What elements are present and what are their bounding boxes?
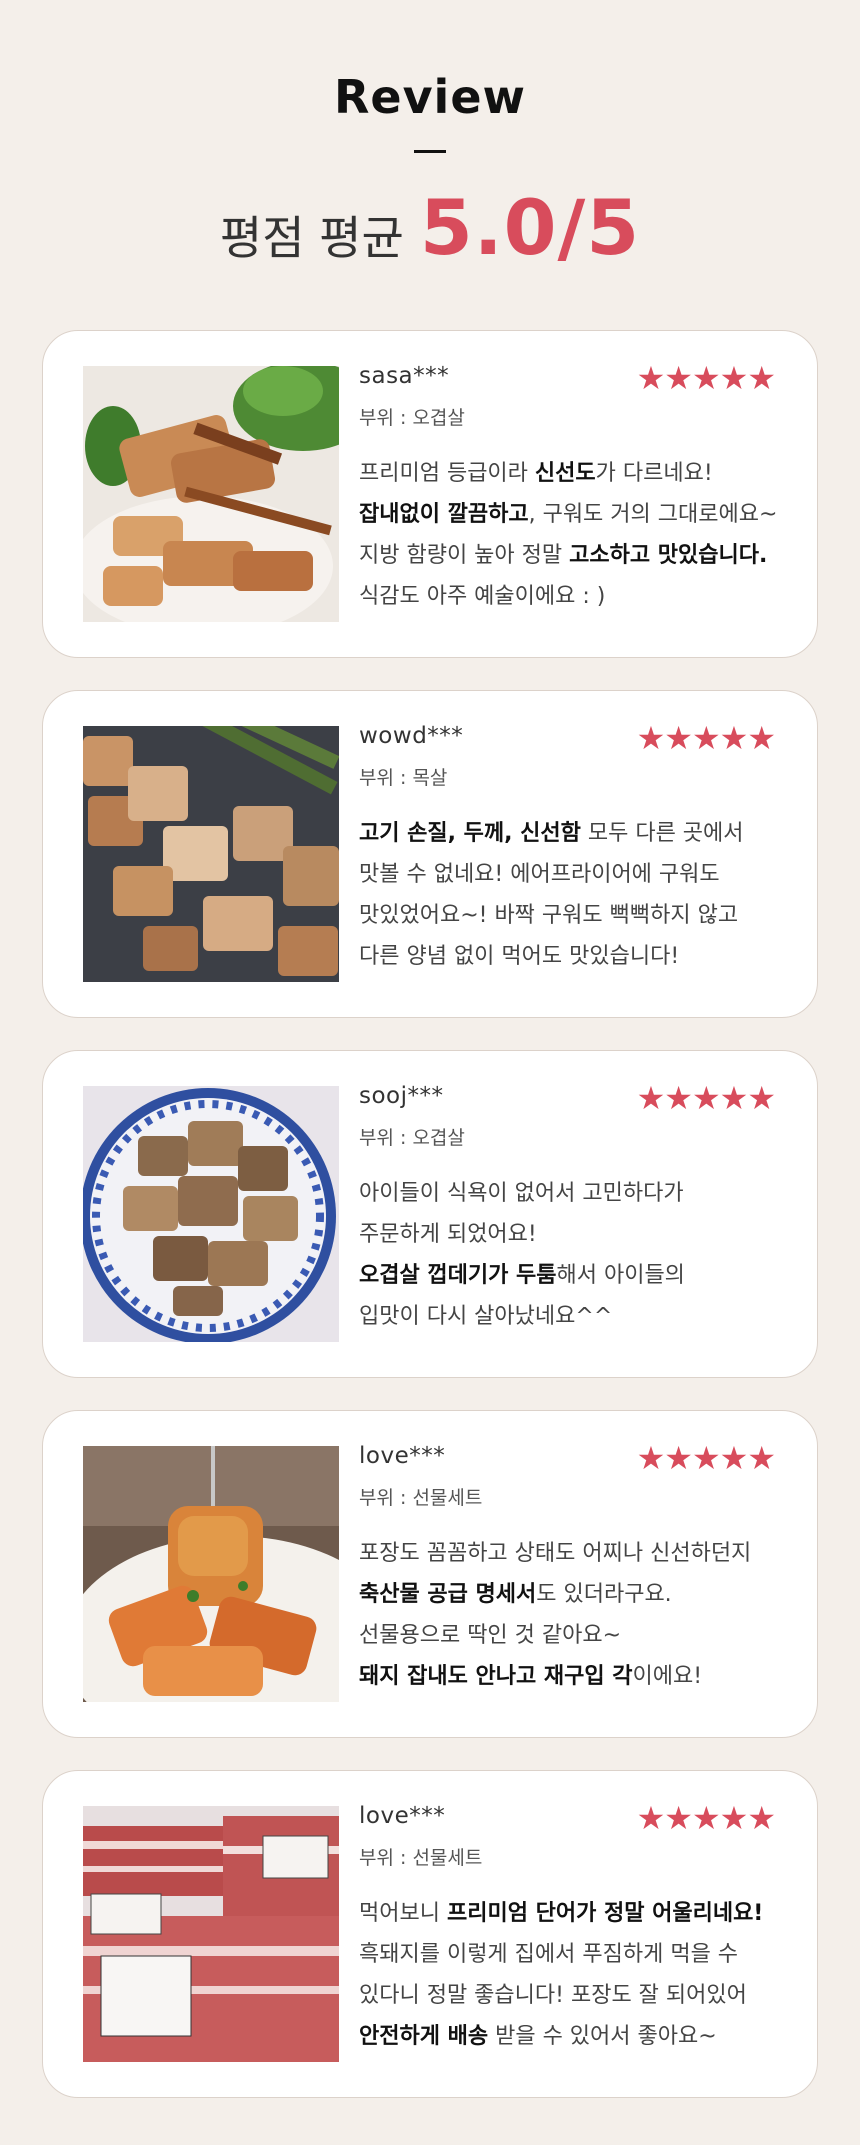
- review-line: 있다니 정말 좋습니다! 포장도 잘 되어있어: [359, 1975, 789, 2016]
- review-run: 가 다르네요!: [595, 461, 713, 486]
- review-photo: [83, 1446, 339, 1702]
- review-cut: 부위 : 선물세트: [359, 1487, 483, 1509]
- review-line: 오겹살 껍데기가 두툼해서 아이들의: [359, 1255, 789, 1296]
- review-line: 다른 양념 없이 먹어도 맛있습니다!: [359, 936, 789, 977]
- review-run: 이에요!: [632, 1664, 703, 1689]
- review-line: 선물용으로 딱인 것 같아요~: [359, 1615, 789, 1656]
- average-rating-label: 평점 평균: [219, 211, 404, 265]
- review-run: 흑돼지를 이렇게 집에서 푸짐하게 먹을 수: [359, 1942, 739, 1967]
- review-run: , 구워도 거의 그대로에요~: [528, 502, 778, 527]
- review-card: wowd*** 부위 : 목살 ★★★★★ 고기 손질, 두께, 신선함 모두 …: [42, 690, 818, 1018]
- pork-plate-photo: [83, 1086, 339, 1342]
- review-run: 선물용으로 딱인 것 같아요~: [359, 1623, 622, 1648]
- review-list: sasa*** 부위 : 오겹살 ★★★★★ 프리미엄 등급이라 신선도가 다르…: [42, 330, 818, 2130]
- kimchi-pork-photo: [83, 1446, 339, 1702]
- review-line: 맛볼 수 없네요! 에어프라이어에 구워도: [359, 854, 789, 895]
- review-card: love*** 부위 : 선물세트 ★★★★★ 포장도 꼼꼼하고 상태도 어찌나…: [42, 1410, 818, 1738]
- reviewer-name: love***: [359, 1443, 446, 1469]
- star-rating: ★★★★★: [636, 359, 776, 397]
- review-text: 고기 손질, 두께, 신선함 모두 다른 곳에서맛볼 수 없네요! 에어프라이어…: [359, 813, 789, 977]
- review-card: sasa*** 부위 : 오겹살 ★★★★★ 프리미엄 등급이라 신선도가 다르…: [42, 330, 818, 658]
- review-photo: [83, 366, 339, 622]
- review-card: love*** 부위 : 선물세트 ★★★★★ 먹어보니 프리미엄 단어가 정말…: [42, 1770, 818, 2098]
- review-run: 먹어보니: [359, 1901, 447, 1926]
- gift-set-photo: [83, 1806, 339, 2062]
- review-line: 잡내없이 깔끔하고, 구워도 거의 그대로에요~: [359, 494, 789, 535]
- review-line: 아이들이 식욕이 없어서 고민하다가: [359, 1173, 789, 1214]
- average-rating-score: 5.0/5: [419, 183, 641, 272]
- review-run: 아이들이 식욕이 없어서 고민하다가: [359, 1181, 684, 1206]
- review-highlight: 신선도: [534, 461, 596, 486]
- review-highlight: 축산물 공급 명세서: [359, 1582, 537, 1607]
- review-highlight: 안전하게 배송: [359, 2024, 489, 2049]
- review-run: 다른 양념 없이 먹어도 맛있습니다!: [359, 944, 680, 969]
- review-photo: [83, 1086, 339, 1342]
- reviewer-name: sooj***: [359, 1083, 444, 1109]
- star-rating: ★★★★★: [636, 1799, 776, 1837]
- review-highlight: 오겹살 껍데기가 두툼: [359, 1263, 557, 1288]
- review-highlight: 돼지 잡내도 안나고 재구입 각: [359, 1664, 633, 1689]
- review-text: 포장도 꼼꼼하고 상태도 어찌나 신선하던지축산물 공급 명세서도 있더라구요.…: [359, 1533, 789, 1697]
- review-highlight: 잡내없이 깔끔하고: [359, 502, 529, 527]
- reviewer-name: wowd***: [359, 723, 464, 749]
- reviewer-name: sasa***: [359, 363, 450, 389]
- review-text: 아이들이 식욕이 없어서 고민하다가주문하게 되었어요! 오겹살 껍데기가 두툼해…: [359, 1173, 789, 1337]
- grilled-pork-photo: [83, 726, 339, 982]
- review-run: 포장도 꼼꼼하고 상태도 어찌나 신선하던지: [359, 1541, 752, 1566]
- review-line: 프리미엄 등급이라 신선도가 다르네요!: [359, 453, 789, 494]
- section-title: Review: [333, 70, 527, 124]
- review-line: 흑돼지를 이렇게 집에서 푸짐하게 먹을 수: [359, 1934, 789, 1975]
- title-divider: [414, 150, 446, 153]
- review-photo: [83, 726, 339, 982]
- review-highlight: 고기 손질, 두께, 신선함: [359, 821, 581, 846]
- reviewer-name: love***: [359, 1803, 446, 1829]
- star-rating: ★★★★★: [636, 1079, 776, 1117]
- review-line: 안전하게 배송 받을 수 있어서 좋아요~: [359, 2016, 789, 2057]
- average-rating: 평점 평균 5.0/5: [0, 183, 860, 272]
- review-line: 지방 함량이 높아 정말 고소하고 맛있습니다.: [359, 535, 789, 576]
- review-line: 식감도 아주 예술이에요 : ): [359, 576, 789, 617]
- review-cut: 부위 : 선물세트: [359, 1847, 483, 1869]
- review-highlight: 프리미엄 단어가 정말 어울리네요!: [446, 1901, 764, 1926]
- review-line: 고기 손질, 두께, 신선함 모두 다른 곳에서: [359, 813, 789, 854]
- review-line: 먹어보니 프리미엄 단어가 정말 어울리네요!: [359, 1893, 789, 1934]
- review-run: 모두 다른 곳에서: [580, 821, 744, 846]
- review-highlight: 고소하고 맛있습니다.: [569, 543, 768, 568]
- star-rating: ★★★★★: [636, 719, 776, 757]
- review-line: 맛있었어요~! 바짝 구워도 뻑뻑하지 않고: [359, 895, 789, 936]
- review-cut: 부위 : 오겹살: [359, 1127, 465, 1149]
- review-text: 프리미엄 등급이라 신선도가 다르네요! 잡내없이 깔끔하고, 구워도 거의 그대…: [359, 453, 789, 617]
- review-run: 있다니 정말 좋습니다! 포장도 잘 되어있어: [359, 1983, 747, 2008]
- review-run: 받을 수 있어서 좋아요~: [488, 2024, 717, 2049]
- review-line: 축산물 공급 명세서도 있더라구요.: [359, 1574, 789, 1615]
- review-run: 프리미엄 등급이라: [359, 461, 535, 486]
- review-line: 입맛이 다시 살아났네요^^: [359, 1296, 789, 1337]
- review-line: 돼지 잡내도 안나고 재구입 각이에요!: [359, 1656, 789, 1697]
- review-header: Review 평점 평균 5.0/5: [0, 0, 860, 272]
- star-rating: ★★★★★: [636, 1439, 776, 1477]
- review-run: 맛볼 수 없네요! 에어프라이어에 구워도: [359, 862, 720, 887]
- review-run: 지방 함량이 높아 정말: [359, 543, 570, 568]
- review-run: 도 있더라구요.: [536, 1582, 672, 1607]
- review-run: 맛있었어요~! 바짝 구워도 뻑뻑하지 않고: [359, 903, 739, 928]
- grilled-pork-photo: [83, 366, 339, 622]
- review-cut: 부위 : 오겹살: [359, 407, 465, 429]
- review-run: 주문하게 되었어요!: [359, 1222, 537, 1247]
- review-card: sooj*** 부위 : 오겹살 ★★★★★ 아이들이 식욕이 없어서 고민하다…: [42, 1050, 818, 1378]
- review-run: 입맛이 다시 살아났네요^^: [359, 1304, 613, 1329]
- review-cut: 부위 : 목살: [359, 767, 448, 789]
- review-line: 포장도 꼼꼼하고 상태도 어찌나 신선하던지: [359, 1533, 789, 1574]
- review-photo: [83, 1806, 339, 2062]
- review-run: 식감도 아주 예술이에요 : ): [359, 584, 606, 609]
- review-text: 먹어보니 프리미엄 단어가 정말 어울리네요! 흑돼지를 이렇게 집에서 푸짐하게…: [359, 1893, 789, 2057]
- review-line: 주문하게 되었어요!: [359, 1214, 789, 1255]
- review-run: 해서 아이들의: [556, 1263, 685, 1288]
